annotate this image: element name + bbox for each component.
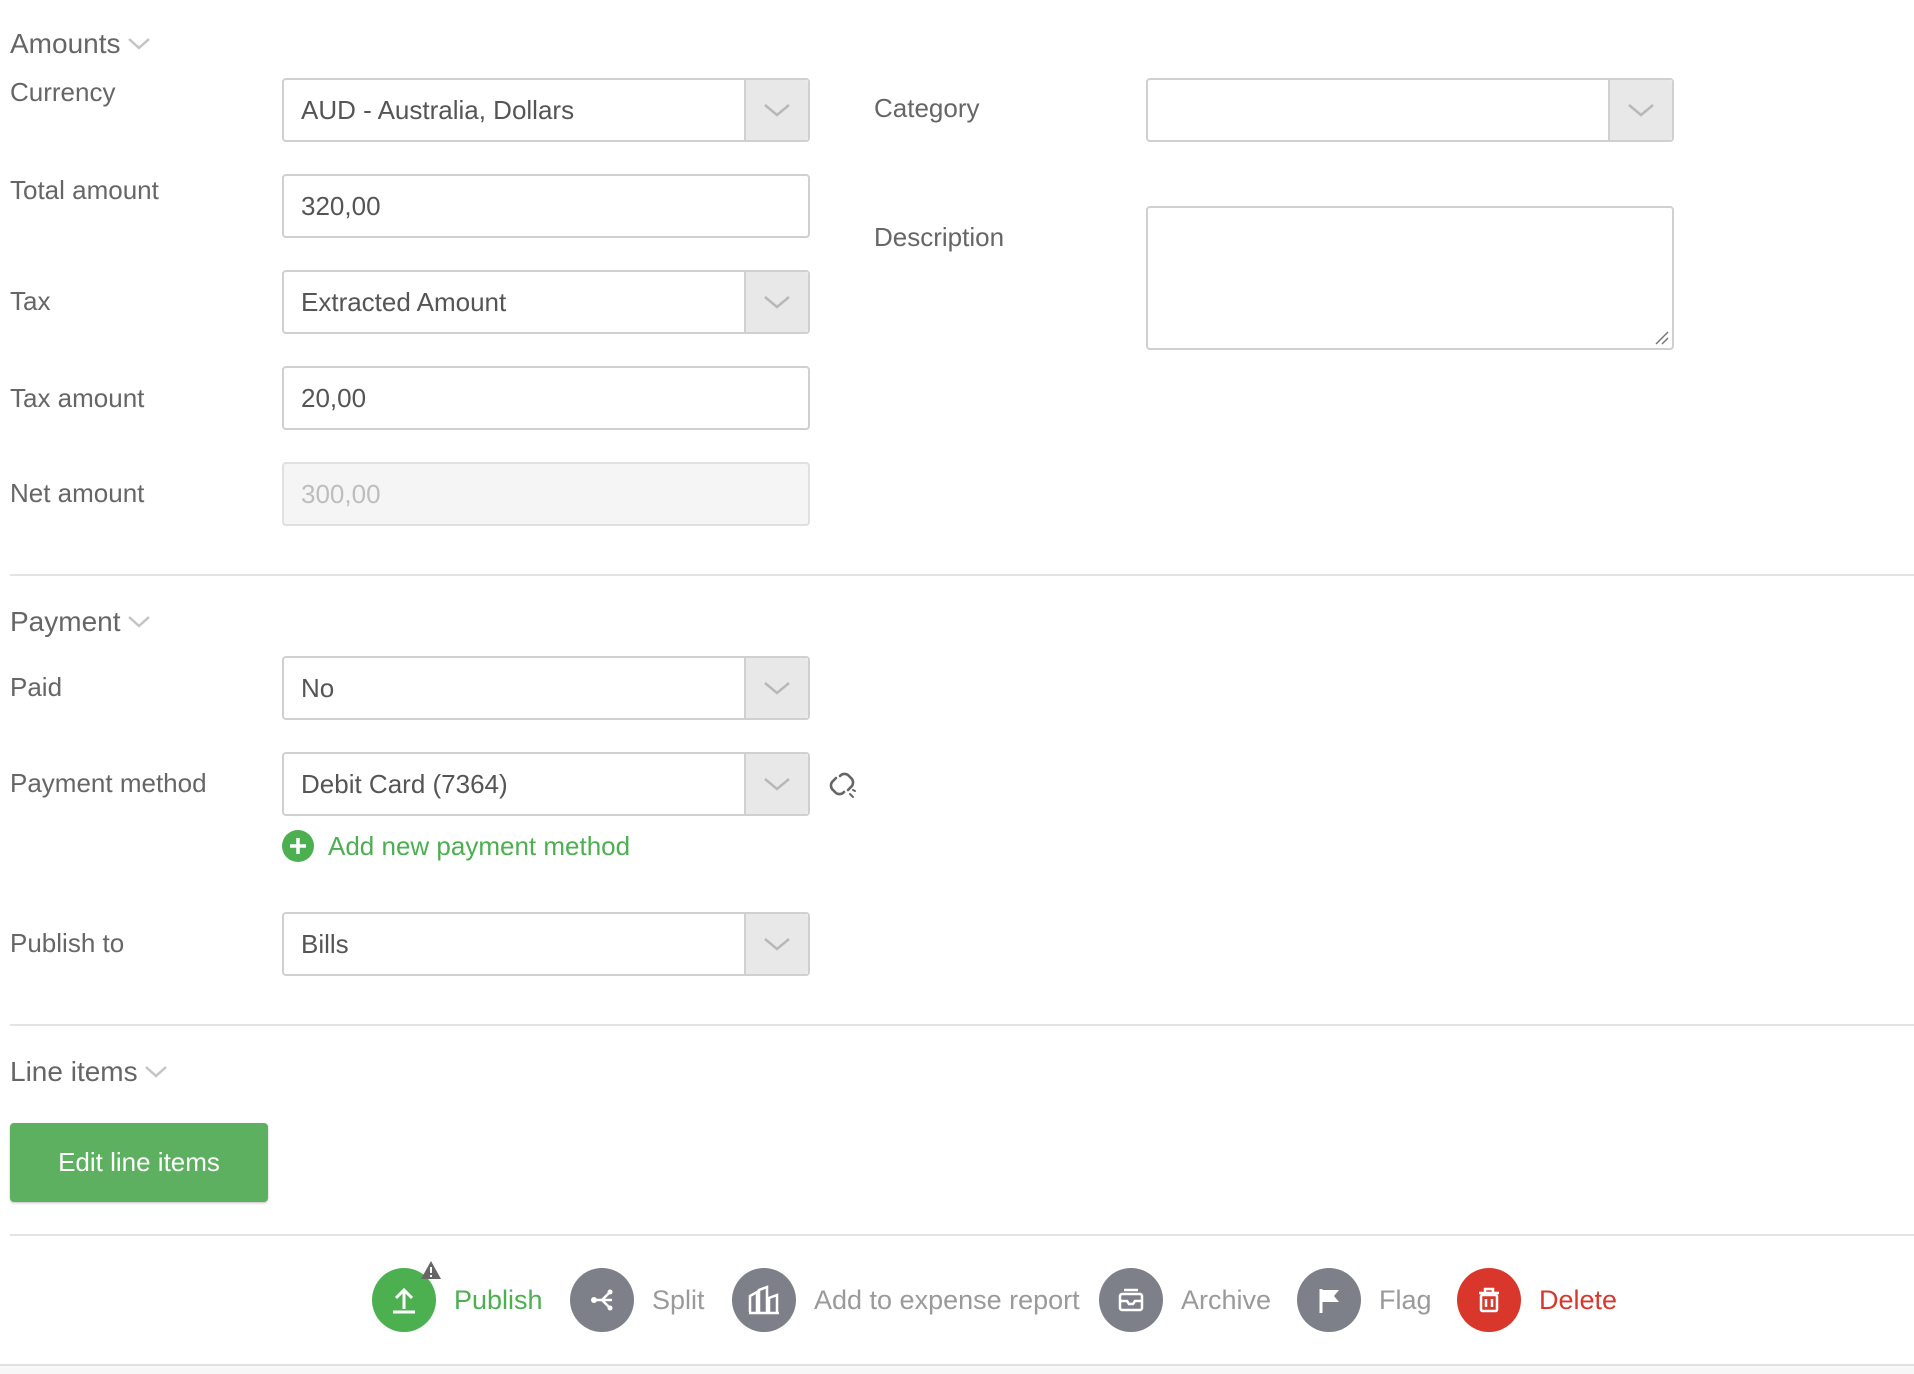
delete-label: Delete: [1539, 1284, 1618, 1315]
chevron-down-icon[interactable]: [744, 754, 808, 814]
flag-icon: [1297, 1268, 1361, 1332]
net-amount-value: 300,00: [301, 478, 381, 509]
category-select[interactable]: [1146, 78, 1674, 142]
resize-handle-icon[interactable]: [1653, 329, 1669, 345]
plus-circle-icon: [282, 830, 314, 862]
payment-method-select[interactable]: Debit Card (7364): [282, 752, 810, 816]
flag-label: Flag: [1379, 1284, 1432, 1315]
paid-select[interactable]: No: [282, 656, 810, 720]
description-textarea[interactable]: [1146, 206, 1674, 350]
total-amount-input[interactable]: 320,00: [282, 174, 810, 238]
net-amount-input: 300,00: [282, 462, 810, 526]
link-icon[interactable]: [826, 768, 858, 800]
edit-line-items-button[interactable]: Edit line items: [10, 1123, 268, 1202]
payment-method-label: Payment method: [10, 768, 207, 798]
total-amount-value: 320,00: [301, 190, 381, 221]
add-payment-method-label: Add new payment method: [328, 830, 631, 861]
section-divider: [10, 574, 1914, 576]
category-label: Category: [874, 93, 980, 123]
archive-button[interactable]: Archive: [1099, 1268, 1271, 1332]
line-items-section-title: Line items: [10, 1056, 138, 1087]
upload-icon: [372, 1261, 441, 1332]
add-to-expense-report-label: Add to expense report: [814, 1284, 1080, 1315]
archive-label: Archive: [1181, 1284, 1272, 1315]
tax-amount-label: Tax amount: [10, 383, 145, 413]
publish-to-select[interactable]: Bills: [282, 912, 810, 976]
chevron-down-icon[interactable]: [744, 914, 808, 974]
chevron-down-icon[interactable]: [744, 80, 808, 140]
paid-value: No: [301, 672, 335, 703]
delete-button[interactable]: Delete: [1457, 1268, 1617, 1332]
add-payment-method-link[interactable]: Add new payment method: [282, 830, 630, 862]
section-divider: [10, 1234, 1914, 1236]
tax-amount-input[interactable]: 20,00: [282, 366, 810, 430]
flag-button[interactable]: Flag: [1297, 1268, 1432, 1332]
add-to-expense-report-button[interactable]: Add to expense report: [732, 1268, 1080, 1332]
publish-to-label: Publish to: [10, 928, 125, 958]
publish-to-value: Bills: [301, 928, 349, 959]
footer-strip: [0, 1366, 1914, 1374]
total-amount-label: Total amount: [10, 175, 159, 205]
publish-button[interactable]: Publish: [372, 1261, 543, 1332]
description-value: [1148, 208, 1672, 220]
amounts-section-toggle[interactable]: Amounts: [10, 28, 151, 60]
currency-select[interactable]: AUD - Australia, Dollars: [282, 78, 810, 142]
paid-label: Paid: [10, 672, 63, 702]
archive-icon: [1099, 1268, 1163, 1332]
tax-amount-value: 20,00: [301, 382, 367, 413]
chevron-down-icon: [144, 1066, 167, 1078]
chevron-down-icon: [127, 38, 150, 50]
chevron-down-icon[interactable]: [744, 658, 808, 718]
chevron-down-icon[interactable]: [1608, 80, 1672, 140]
description-label: Description: [874, 222, 1005, 252]
tax-select[interactable]: Extracted Amount: [282, 270, 810, 334]
split-icon: [570, 1268, 634, 1332]
expense-report-icon: [732, 1268, 796, 1332]
warning-icon: [421, 1261, 441, 1279]
amounts-section-title: Amounts: [10, 28, 121, 59]
currency-label: Currency: [10, 77, 116, 107]
trash-icon: [1457, 1268, 1521, 1332]
tax-label: Tax: [10, 286, 51, 316]
payment-section-title: Payment: [10, 606, 121, 637]
split-label: Split: [652, 1284, 705, 1315]
chevron-down-icon[interactable]: [744, 272, 808, 332]
split-button[interactable]: Split: [570, 1268, 705, 1332]
chevron-down-icon: [127, 616, 150, 628]
section-divider: [10, 1024, 1914, 1026]
tax-value: Extracted Amount: [301, 286, 507, 317]
publish-label: Publish: [454, 1284, 543, 1315]
payment-method-value: Debit Card (7364): [301, 768, 508, 799]
currency-value: AUD - Australia, Dollars: [301, 94, 575, 125]
net-amount-label: Net amount: [10, 478, 145, 508]
payment-section-toggle[interactable]: Payment: [10, 606, 151, 638]
line-items-section-toggle[interactable]: Line items: [10, 1056, 168, 1088]
